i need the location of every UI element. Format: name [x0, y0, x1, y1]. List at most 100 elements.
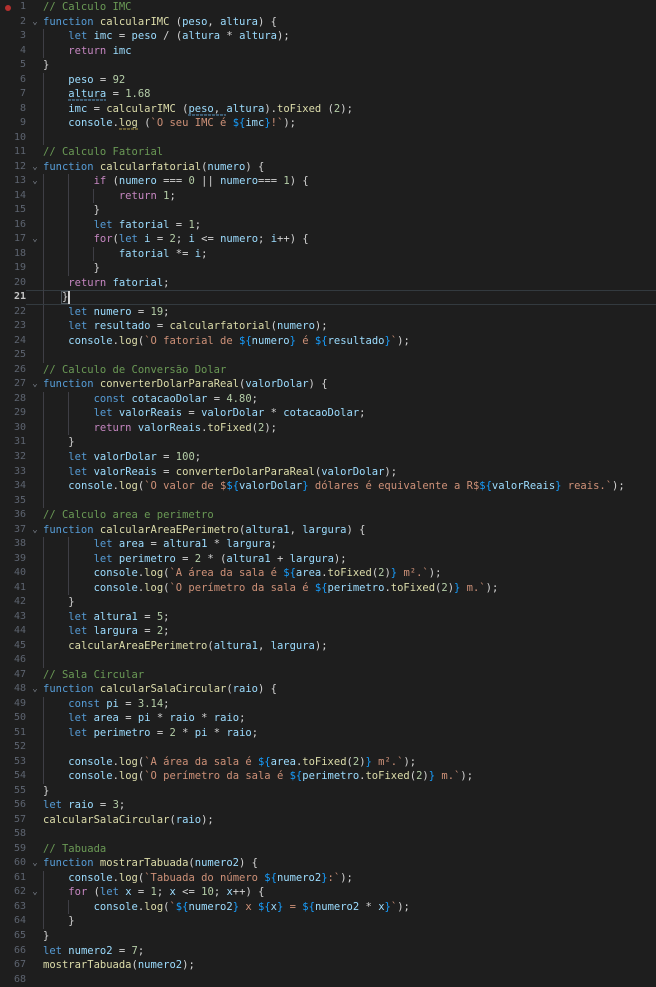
code-line[interactable]: 67 mostrarTabuada(numero2);: [0, 958, 656, 973]
code-text[interactable]: // Calculo IMC: [43, 0, 132, 15]
code-line[interactable]: 35: [0, 493, 656, 509]
code-line[interactable]: 34 console.log(`O valor de $${valorDolar…: [0, 479, 656, 494]
code-text[interactable]: // Sala Circular: [43, 668, 144, 683]
chevron-down-icon[interactable]: ⌄: [30, 523, 40, 538]
code-text[interactable]: let numero2 = 7;: [43, 944, 144, 959]
code-line[interactable]: 47 // Sala Circular: [0, 668, 656, 683]
code-line[interactable]: 27 ⌄ function converterDolarParaReal(valor…: [0, 377, 656, 392]
code-text[interactable]: console.log(`O perímetro da sala é ${per…: [43, 581, 499, 596]
code-line[interactable]: 60 ⌄ function mostrarTabuada(numero2) {: [0, 856, 656, 871]
code-line[interactable]: 65}: [0, 929, 656, 944]
code-line[interactable]: 43 let altura1 = 5;: [0, 609, 656, 625]
code-text[interactable]: let perimetro = 2 * (altura1 + largura);: [43, 552, 347, 567]
code-text[interactable]: }: [43, 261, 100, 276]
code-line[interactable]: 55}: [0, 784, 656, 799]
code-text[interactable]: }: [43, 929, 49, 944]
code-text[interactable]: }: [43, 203, 100, 218]
chevron-down-icon[interactable]: ⌄: [30, 377, 40, 392]
code-line[interactable]: 3 let imc = peso / (altura * altura);: [0, 29, 656, 44]
code-text[interactable]: function calcularSalaCircular(raio) {: [43, 682, 277, 697]
code-text[interactable]: console.log(`Tabuada do número ${numero2…: [43, 871, 353, 886]
code-text[interactable]: let raio = 3;: [43, 798, 125, 813]
code-text[interactable]: // Tabuada: [43, 842, 106, 857]
code-line[interactable]: 49 const pi = 3.14;: [0, 696, 656, 712]
code-line[interactable]: 25: [0, 348, 656, 363]
code-text[interactable]: let valorReais = converterDolarParaReal(…: [43, 465, 397, 480]
code-text[interactable]: }: [43, 58, 49, 73]
code-line[interactable]: 37 ⌄ function calcularAreaEPerimetro(altur…: [0, 523, 656, 538]
code-line[interactable]: 14 return 1;: [0, 188, 656, 204]
chevron-down-icon[interactable]: ⌄: [30, 885, 40, 900]
code-line[interactable]: 44 let largura = 2;: [0, 624, 656, 639]
code-text[interactable]: console.log(`O perímetro da sala é ${per…: [43, 769, 473, 784]
code-line[interactable]: 62 ⌄ for (let x = 1; x <= 10; x++) {: [0, 885, 656, 900]
code-editor[interactable]: 1// Calculo IMC 2 ⌄ function calcularIMC (p…: [0, 0, 656, 985]
code-text[interactable]: }: [43, 784, 49, 799]
code-line[interactable]: 23 let resultado = calcularfatorial(nume…: [0, 319, 656, 334]
code-line[interactable]: 17 ⌄ for(let i = 2; i <= numero; i++) {: [0, 232, 656, 247]
code-line[interactable]: 9 console.log (`O seu IMC é ${imc}!`);: [0, 116, 656, 131]
code-text[interactable]: return 1;: [43, 189, 176, 204]
code-text[interactable]: function calcularIMC (peso, altura) {: [43, 15, 277, 30]
code-line[interactable]: 57 calcularSalaCircular(raio);: [0, 813, 656, 828]
code-text[interactable]: let fatorial = 1;: [43, 218, 202, 233]
code-text[interactable]: // Calculo Fatorial: [43, 145, 163, 160]
code-line[interactable]: 63 console.log(`${numero2} x ${x} = ${nu…: [0, 899, 656, 915]
code-line[interactable]: 16 let fatorial = 1;: [0, 217, 656, 233]
code-line[interactable]: 20 return fatorial;: [0, 275, 656, 291]
code-line[interactable]: 51 let perimetro = 2 * pi * raio;: [0, 725, 656, 741]
code-line[interactable]: 10: [0, 130, 656, 146]
code-line[interactable]: 4 return imc: [0, 43, 656, 59]
code-line[interactable]: 42 }: [0, 595, 656, 610]
code-text[interactable]: let area = pi * raio * raio;: [43, 711, 245, 726]
code-line[interactable]: 8 imc = calcularIMC (peso, altura).toFix…: [0, 101, 656, 117]
code-text[interactable]: let area = altura1 * largura;: [43, 537, 277, 552]
code-text[interactable]: fatorial *= i;: [43, 247, 208, 262]
code-text[interactable]: let altura1 = 5;: [43, 610, 169, 625]
code-text[interactable]: let imc = peso / (altura * altura);: [43, 29, 289, 44]
code-line[interactable]: 39 let perimetro = 2 * (altura1 + largur…: [0, 551, 656, 567]
code-line[interactable]: 58: [0, 827, 656, 842]
code-text[interactable]: let resultado = calcularfatorial(numero)…: [43, 319, 327, 334]
code-text[interactable]: return fatorial;: [43, 276, 169, 291]
code-line[interactable]: 61 console.log(`Tabuada do número ${nume…: [0, 870, 656, 886]
code-line[interactable]: 50 let area = pi * raio * raio;: [0, 711, 656, 726]
code-text[interactable]: // Calculo de Conversão Dolar: [43, 363, 226, 378]
code-line[interactable]: 64 }: [0, 914, 656, 929]
code-text[interactable]: mostrarTabuada(numero2);: [43, 958, 195, 973]
code-text[interactable]: const cotacaoDolar = 4.80;: [43, 392, 258, 407]
code-text[interactable]: let valorReais = valorDolar * cotacaoDol…: [43, 406, 366, 421]
chevron-down-icon[interactable]: ⌄: [30, 160, 40, 175]
code-text[interactable]: for(let i = 2; i <= numero; i++) {: [43, 232, 309, 247]
code-line[interactable]: 52: [0, 740, 656, 755]
code-text[interactable]: }: [43, 914, 74, 929]
code-line[interactable]: 53 console.log(`A área da sala é ${area.…: [0, 754, 656, 770]
code-text[interactable]: let valorDolar = 100;: [43, 450, 201, 465]
code-line[interactable]: 66 let numero2 = 7;: [0, 944, 656, 959]
code-text[interactable]: let largura = 2;: [43, 624, 169, 639]
code-line[interactable]: 36 // Calculo area e perimetro: [0, 508, 656, 523]
code-line[interactable]: 11 // Calculo Fatorial: [0, 145, 656, 160]
code-text[interactable]: return valorReais.toFixed(2);: [43, 421, 277, 436]
code-line[interactable]: 41 console.log(`O perímetro da sala é ${…: [0, 580, 656, 596]
code-line[interactable]: 18 fatorial *= i;: [0, 246, 656, 262]
code-line[interactable]: 22 let numero = 19;: [0, 304, 656, 320]
code-line[interactable]: 6 peso = 92: [0, 72, 656, 88]
code-line[interactable]: 59 // Tabuada: [0, 842, 656, 857]
code-text[interactable]: function converterDolarParaReal(valorDol…: [43, 377, 328, 392]
code-text[interactable]: function mostrarTabuada(numero2) {: [43, 856, 258, 871]
code-text[interactable]: function calcularAreaEPerimetro(altura1,…: [43, 523, 365, 538]
code-text[interactable]: function calcularfatorial(numero) {: [43, 160, 264, 175]
code-line[interactable]: 13 ⌄ if (numero === 0 || numero=== 1) {: [0, 174, 656, 189]
code-line[interactable]: 28 const cotacaoDolar = 4.80;: [0, 391, 656, 407]
code-text[interactable]: console.log(`A área da sala é ${area.toF…: [43, 755, 416, 770]
code-line[interactable]: 7 altura = 1.68: [0, 87, 656, 102]
chevron-down-icon[interactable]: ⌄: [30, 682, 40, 697]
code-text[interactable]: console.log(`O valor de $${valorDolar} d…: [43, 479, 624, 494]
code-line[interactable]: 2 ⌄ function calcularIMC (peso, altura) {: [0, 15, 656, 30]
code-text[interactable]: for (let x = 1; x <= 10; x++) {: [43, 885, 264, 900]
code-text[interactable]: console.log (`O seu IMC é ${imc}!`);: [43, 116, 296, 131]
code-text[interactable]: // Calculo area e perimetro: [43, 508, 214, 523]
code-line[interactable]: 33 let valorReais = converterDolarParaRe…: [0, 464, 656, 480]
code-text[interactable]: peso = 92: [43, 73, 125, 88]
